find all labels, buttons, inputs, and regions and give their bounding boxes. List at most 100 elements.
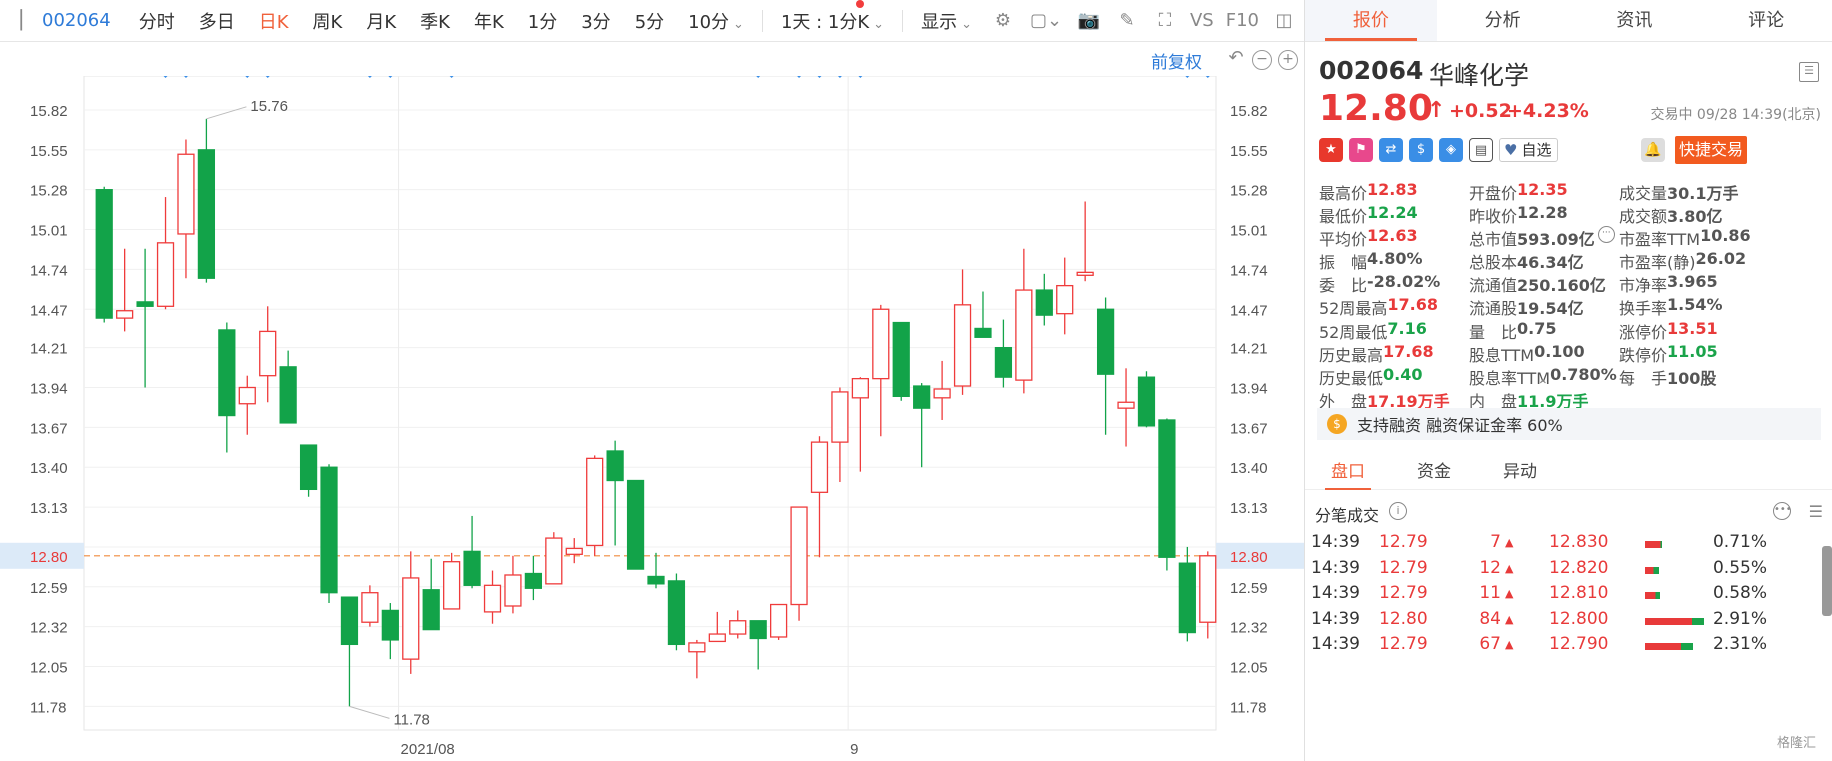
candle-body-up[interactable] [443,561,461,610]
candle-body-down[interactable] [218,329,236,417]
candle-body-up[interactable] [810,441,829,493]
camera-icon[interactable]: 📷 [1074,6,1104,36]
chevron-up-icon[interactable]: ⌃ [1537,378,1549,394]
candle-body-up[interactable] [116,310,134,319]
zoom-in-icon[interactable]: + [1278,50,1298,70]
tab-analysis[interactable]: 分析 [1437,0,1569,41]
period-tab[interactable]: 1分 [516,8,569,34]
run-icon[interactable]: ⚑ [1349,138,1373,162]
undo-icon[interactable]: ↶ [1226,49,1246,70]
tab-capital[interactable]: 资金 [1391,454,1477,489]
settings-icon[interactable]: ⚙ [988,6,1018,36]
pencil-icon[interactable]: ✎ [1112,6,1142,36]
candle-body-down[interactable] [606,450,624,482]
candle-body-up[interactable] [259,330,277,377]
candle-body-down[interactable] [95,189,113,319]
candle-body-up[interactable] [504,574,522,607]
menu-icon[interactable]: ☰ [1799,62,1819,82]
list-icon[interactable]: ☰ [1809,502,1823,521]
candle-body-down[interactable] [1096,308,1115,375]
stock-code-tab[interactable]: 002064 [34,10,127,31]
candle-body-up[interactable] [831,391,849,443]
candle-body-up[interactable] [1199,555,1217,623]
candle-body-down[interactable] [749,620,767,640]
period-tab[interactable]: 年K [462,8,516,34]
tick-list[interactable]: 14:39 12.79 7 ▲ 12.830 0.71% 14:39 12.79 12 ▲ 12.8… [1305,532,1832,761]
candle-body-down[interactable] [913,385,931,409]
panel-toggle-icon[interactable]: ◫ [1269,6,1299,36]
candle-body-down[interactable] [626,479,645,570]
more-icon[interactable]: ••• [1773,502,1792,520]
candle-body-up[interactable] [361,592,379,623]
candle-body-up[interactable] [729,620,747,635]
candle-body-up[interactable] [790,506,808,606]
candle-body-down[interactable] [279,366,297,424]
candle-body-down[interactable] [1178,562,1196,634]
shuffle-icon[interactable]: ⇄ [1379,138,1403,162]
candle-body-down[interactable] [994,346,1013,378]
period-tab[interactable]: 10分 [676,8,756,34]
period-tab[interactable]: 3分 [569,8,622,34]
candle-body-up[interactable] [402,577,420,660]
candle-body-down[interactable] [136,301,154,307]
candle-body-up[interactable] [238,386,256,405]
note-icon[interactable]: ▤ [1469,138,1493,162]
candle-body-up[interactable] [1117,401,1135,409]
candle-body-up[interactable] [851,377,869,399]
bell-icon[interactable]: 🔔 [1641,138,1665,162]
tab-news[interactable]: 资讯 [1569,0,1701,41]
candle-body-down[interactable] [299,444,318,491]
candle-body-up[interactable] [1015,289,1033,381]
fullscreen-icon[interactable]: ⛶ [1150,6,1180,36]
display-menu[interactable]: 显示 [909,8,984,34]
period-tab[interactable]: 5分 [623,8,676,34]
scrollbar[interactable] [1822,546,1832,616]
candle-body-up[interactable] [483,584,502,613]
candle-body-up[interactable] [177,153,195,235]
sidebar-toggle-icon[interactable]: ▕ [0,6,30,36]
candle-body-down[interactable] [197,149,216,279]
candle-body-down[interactable] [647,575,665,585]
tab-orderbook[interactable]: 盘口 [1305,454,1391,490]
candle-body-down[interactable] [340,596,359,646]
tag-icon[interactable]: ◈ [1439,138,1463,162]
candle-body-up[interactable] [1056,284,1074,315]
candle-body-down[interactable] [1137,376,1156,427]
period-tab[interactable]: 季K [408,8,462,34]
period-tab[interactable]: 月K [354,8,408,34]
info-icon[interactable]: i [1389,502,1407,520]
adjust-mode-button[interactable]: 前复权 [1151,48,1202,73]
f10-button[interactable]: F10 [1220,10,1265,31]
candle-body-down[interactable] [422,589,440,631]
candle-body-up[interactable] [156,242,175,307]
zoom-out-icon[interactable]: − [1252,50,1272,70]
period-tab[interactable]: 分时 [127,8,187,34]
dollar-icon[interactable]: $ [1409,138,1433,162]
kline-svg[interactable]: 15.82 15.82 15.55 15.55 15.28 15.28 15.01 15.01… [0,76,1304,761]
interval-select[interactable]: 1天 : 1分K [769,8,896,34]
candle-body-up[interactable] [688,642,706,653]
period-tab-active[interactable]: 日K [247,8,301,34]
tab-comments[interactable]: 评论 [1700,0,1832,41]
quick-trade-button[interactable]: 快捷交易 [1675,136,1747,164]
candle-body-down[interactable] [320,466,338,594]
layout-square-icon[interactable]: ▢⌄ [1026,6,1066,36]
candle-body-down[interactable] [1158,419,1176,558]
candle-body-up[interactable] [769,603,788,638]
vs-button[interactable]: VS [1184,10,1220,31]
period-tab[interactable]: 多日 [187,8,247,34]
more-icon[interactable]: ··· [1597,226,1615,244]
period-tab[interactable]: 周K [301,8,355,34]
candle-body-up[interactable] [1076,271,1094,276]
candle-body-up[interactable] [708,633,726,643]
candle-body-down[interactable] [892,321,910,398]
tab-movement[interactable]: 异动 [1477,454,1563,489]
add-watchlist-button[interactable]: ♥ 自选 [1499,138,1559,162]
candle-body-down[interactable] [463,550,481,586]
candle-body-down[interactable] [667,580,686,646]
candle-body-down[interactable] [974,327,992,338]
candle-body-down[interactable] [1035,289,1053,316]
candle-body-up[interactable] [565,547,583,555]
candle-body-down[interactable] [381,609,399,641]
candle-body-up[interactable] [872,308,890,380]
